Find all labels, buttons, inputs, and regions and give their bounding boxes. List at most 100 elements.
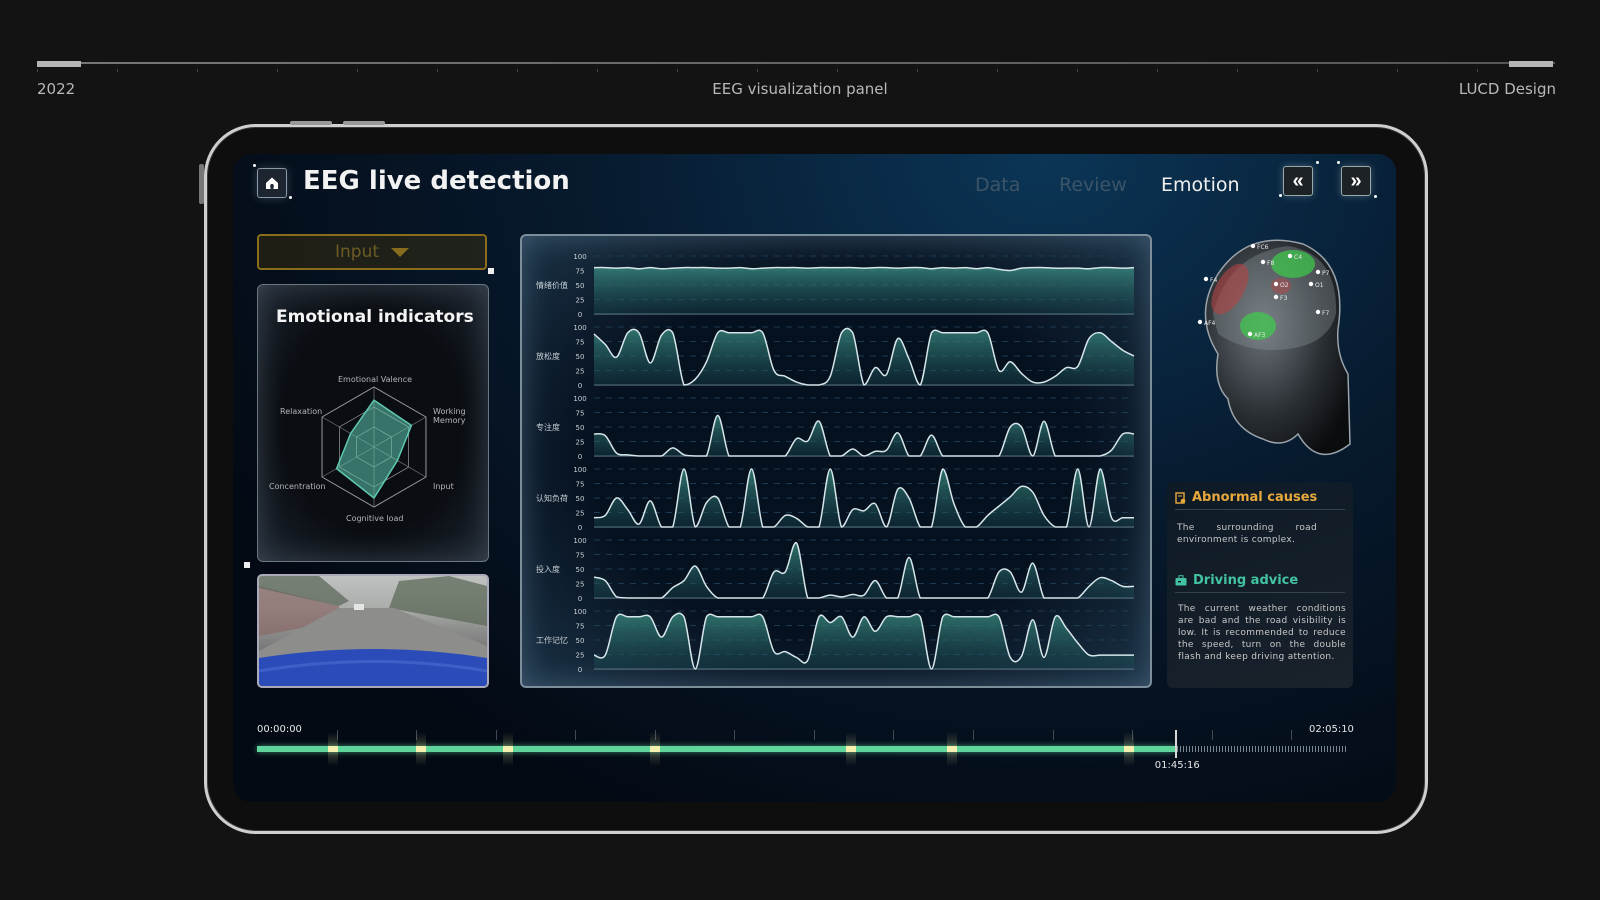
y-tick-label: 75 [576, 268, 585, 276]
driving-advice-text: The current weather conditions are bad a… [1178, 604, 1346, 662]
y-tick-label: 0 [578, 311, 582, 319]
timeline-event-marker[interactable] [947, 732, 958, 766]
electrode-dot [1273, 281, 1279, 287]
previous-button[interactable]: « [1283, 166, 1313, 196]
electrode-label: C4 [1294, 254, 1302, 261]
decor-square [488, 268, 494, 274]
y-tick-label: 25 [576, 510, 585, 518]
timeline-tick [1052, 730, 1054, 740]
decor-dot [1337, 161, 1340, 164]
series-area [594, 267, 1134, 314]
next-button[interactable]: » [1341, 166, 1371, 196]
driving-advice-heading: Driving advice [1175, 573, 1298, 588]
divider [1175, 509, 1345, 510]
caret-down-icon [391, 247, 410, 257]
y-tick-label: 75 [576, 410, 585, 418]
y-tick-label: 75 [576, 623, 585, 631]
double-chevron-right-icon: » [1350, 169, 1362, 192]
driving-advice-title: Driving advice [1193, 573, 1299, 588]
page-title: EEG live detection [303, 166, 570, 196]
brain-illustration: FC6 F8 C4 O2 F3 F4 P7 O1 F7 AF4 AF3 [1197, 239, 1351, 456]
y-tick-label: 75 [576, 339, 585, 347]
tab-review[interactable]: Review [1059, 174, 1127, 196]
electrode-dot [1315, 309, 1321, 315]
decor-dot [253, 164, 256, 167]
decor-dot [289, 196, 292, 199]
frame-ticks [37, 69, 1555, 72]
timeline-event-marker[interactable] [846, 732, 857, 766]
timeline-tick [1291, 730, 1293, 740]
electrode-label: F7 [1322, 310, 1329, 317]
home-button[interactable] [257, 168, 287, 198]
timeline-event-marker[interactable] [415, 732, 426, 766]
y-tick-label: 100 [573, 608, 586, 616]
y-tick-label: 0 [578, 524, 582, 532]
frame-heading: EEG visualization panel [712, 80, 888, 98]
tablet-top-button [343, 121, 385, 125]
series-area [594, 328, 1134, 385]
frame-cap-left [37, 61, 81, 67]
timeline-event-marker[interactable] [649, 732, 660, 766]
input-dropdown-value: Input [334, 242, 380, 262]
road-image [259, 576, 487, 686]
frame-brand: LUCD Design [1458, 80, 1556, 98]
abnormal-causes-heading: Abnormal causes [1175, 490, 1317, 505]
y-tick-label: 25 [576, 439, 585, 447]
timeline-start-time: 00:00:00 [257, 724, 302, 735]
timeline-playhead[interactable] [1174, 730, 1177, 758]
y-tick-label: 0 [578, 666, 582, 674]
timeline-event-marker[interactable] [328, 732, 339, 766]
y-tick-label: 100 [573, 253, 586, 261]
series-label: 认知负荷 [536, 493, 568, 503]
electrode-dot [1250, 243, 1256, 249]
app-screen: EEG live detection Data Review Emotion «… [233, 154, 1396, 802]
timeline-tick [893, 730, 895, 740]
camera-feed[interactable] [257, 574, 489, 688]
y-tick-label: 50 [576, 566, 585, 574]
y-tick-label: 50 [576, 637, 585, 645]
timeline-event-marker[interactable] [1124, 732, 1134, 766]
electrode-label: O1 [1315, 282, 1324, 289]
radar-label-concentration: Concentration [269, 482, 326, 491]
y-tick-label: 75 [576, 481, 585, 489]
decor-dot [1279, 194, 1282, 197]
series-label: 投入度 [536, 564, 560, 574]
series-label: 放松度 [536, 351, 560, 361]
electrode-dot [1260, 259, 1266, 265]
double-chevron-left-icon: « [1292, 169, 1304, 192]
briefcase-icon [1175, 575, 1187, 586]
info-panel: Abnormal causes The surrounding road env… [1167, 482, 1353, 688]
timeline-end-time: 02:05:10 [1309, 724, 1354, 735]
timeline-remaining [1176, 746, 1347, 752]
decor-dot [1316, 161, 1319, 164]
timeline-tick [495, 730, 497, 740]
input-dropdown[interactable]: Input [257, 234, 487, 270]
electrode-dot [1197, 319, 1203, 325]
timeline-event-marker[interactable] [502, 732, 513, 766]
radar-label-relaxation: Relaxation [280, 407, 323, 416]
frame-top-line [37, 62, 1555, 64]
abnormal-causes-title: Abnormal causes [1192, 490, 1318, 505]
timeline-tick [1211, 730, 1213, 740]
timeline-scrubber[interactable] [257, 730, 1347, 766]
y-tick-label: 50 [576, 282, 585, 290]
radar-value-area [335, 399, 413, 500]
abnormal-causes-text: The surrounding road environment is comp… [1177, 523, 1317, 545]
timeline-current-time: 01:45:16 [1154, 760, 1200, 771]
y-tick-label: 25 [576, 581, 585, 589]
electrode-dot [1315, 269, 1321, 275]
home-icon [266, 177, 278, 189]
electrode-dot [1273, 294, 1279, 300]
series-label: 专注度 [536, 422, 560, 432]
radar-label-working-memory: Working Memory [433, 407, 466, 425]
brain-head-model: FC6 F8 C4 O2 F3 F4 P7 O1 F7 AF4 AF3 [1178, 234, 1363, 474]
y-tick-label: 100 [573, 466, 586, 474]
tab-emotion[interactable]: Emotion [1161, 174, 1240, 196]
tab-data[interactable]: Data [975, 174, 1020, 196]
y-tick-label: 25 [576, 652, 585, 660]
electrode-label: F4 [1210, 277, 1217, 284]
tablet-top-button [290, 121, 332, 125]
timeline-tick [813, 730, 815, 740]
divider [1175, 592, 1345, 593]
y-tick-label: 100 [573, 537, 586, 545]
